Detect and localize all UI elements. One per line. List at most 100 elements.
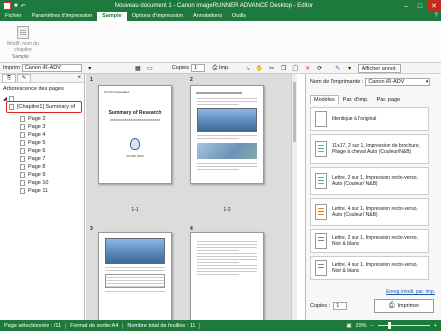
- zoom-slider-thumb[interactable]: [387, 322, 391, 329]
- arrow-icon[interactable]: ↘: [244, 64, 252, 72]
- quick-access-undo-icon[interactable]: ↶: [21, 3, 26, 10]
- paste-icon[interactable]: 📋: [292, 64, 300, 72]
- minimize-button[interactable]: –: [399, 0, 413, 12]
- model-card[interactable]: Lettre, 2 sur 1, Impression recto-verso,…: [310, 167, 429, 195]
- print-button[interactable]: ⎙ Imprimer: [374, 299, 434, 313]
- tree-page-item[interactable]: Page 5: [20, 139, 49, 147]
- tree-page-item[interactable]: Page 9: [20, 171, 49, 179]
- delete-icon[interactable]: ✕: [304, 64, 312, 72]
- model-thumbnail: [315, 260, 327, 276]
- tree-page-label: Page 6: [28, 148, 46, 154]
- page-label: 1-2: [223, 207, 231, 213]
- page-thumbnail-1[interactable]: XX-XX Corporation Summary of Research XX…: [98, 85, 172, 184]
- ribbon-group-label: Sample: [12, 54, 29, 60]
- tab-parametres-impression[interactable]: Paramètres d'impression: [27, 12, 98, 21]
- page1-header: XX-XX Corporation: [104, 90, 130, 94]
- tree-page-label: Page 8: [28, 164, 46, 170]
- tab-annotations-list[interactable]: ✎: [17, 74, 31, 82]
- page2-photo-2: [197, 143, 257, 159]
- tab-options-impression[interactable]: Options d'impression: [127, 12, 188, 21]
- copies-label: Copies: [171, 65, 189, 71]
- total-sheets-status: Nombre total de feuilles : 11: [123, 322, 201, 329]
- printer-icon: ⎙: [212, 64, 218, 71]
- selected-page-status: Page sélectionnée : /11: [0, 322, 67, 329]
- copy-icon[interactable]: ❐: [280, 64, 288, 72]
- model-card[interactable]: Lettre, 4 sur 1, Impression recto-verso,…: [310, 198, 429, 226]
- chevron-down-icon[interactable]: ▾: [86, 64, 94, 72]
- tree-page-item[interactable]: Page 2: [20, 115, 49, 123]
- tree-chapter-item[interactable]: [Chapitre1] Summary of: [6, 101, 82, 113]
- print-settings-panel: Nom de l'imprimante : Canon iR-ADV Modèl…: [305, 74, 441, 320]
- page2-photo: [197, 108, 257, 132]
- text-line: [197, 244, 257, 245]
- tab-outils[interactable]: Outils: [227, 12, 251, 21]
- grid-view-icon[interactable]: ▦: [134, 64, 142, 72]
- tree-page-item[interactable]: Page 8: [20, 163, 49, 171]
- tab-fichier[interactable]: Fichier: [0, 12, 27, 21]
- tree-page-item[interactable]: Page 4: [20, 131, 49, 139]
- printer-name-row: Nom de l'imprimante : Canon iR-ADV: [310, 78, 431, 86]
- help-icon[interactable]: ?: [431, 12, 441, 21]
- annotation-icon[interactable]: ✎: [334, 64, 342, 72]
- fit-page-icon[interactable]: ▣: [346, 323, 351, 329]
- tree-page-item[interactable]: Page 11: [20, 187, 49, 195]
- copies-label: Copies :: [310, 303, 331, 309]
- model-label: Lettre, 4 sur 1, Impression recto-verso,…: [332, 261, 418, 274]
- page-icon: [20, 188, 25, 194]
- rename-chapter-button[interactable]: Modif. nom du chapitre: [6, 26, 40, 53]
- page-icon: [20, 148, 25, 154]
- rotate-icon[interactable]: ⟳: [316, 64, 324, 72]
- tab-modeles[interactable]: Modèles: [310, 95, 339, 105]
- toolbar: Imprim Canon iR-ADV ▾ ▦ ▭ Copies 1 ⎙ Imp…: [0, 63, 441, 74]
- page-icon: [20, 140, 25, 146]
- zoom-value: 29%: [355, 322, 367, 329]
- text-line: [197, 265, 257, 266]
- scrollbar-thumb[interactable]: [293, 82, 296, 142]
- zoom-in-icon[interactable]: +: [434, 323, 437, 329]
- model-card[interactable]: Lettre, 2 sur 1, Impression recto-verso,…: [310, 229, 429, 253]
- page-thumbnail-4[interactable]: [190, 232, 264, 320]
- tree-page-item[interactable]: Page 3: [20, 123, 49, 131]
- zoom-slider[interactable]: [377, 322, 430, 329]
- model-card[interactable]: Lettre, 4 sur 1, Impression recto-verso,…: [310, 256, 429, 280]
- vertical-scrollbar[interactable]: [291, 74, 297, 320]
- save-print-settings-link[interactable]: Enreg./modi. par. imp.: [386, 289, 435, 295]
- printer-icon: ⎙: [388, 302, 395, 309]
- tree-page-item[interactable]: Page 7: [20, 155, 49, 163]
- imp-button[interactable]: ⎙ Imp.: [208, 64, 230, 72]
- tab-sample[interactable]: Sample: [97, 12, 127, 21]
- ribbon: Modif. nom du chapitre Sample: [0, 21, 441, 63]
- maximize-button[interactable]: □: [413, 0, 427, 12]
- printer-name-select[interactable]: Canon iR-ADV: [365, 78, 431, 86]
- cut-icon[interactable]: ✂: [268, 64, 276, 72]
- printer-select[interactable]: Canon iR-ADV: [21, 64, 82, 72]
- page-number: 3: [90, 226, 93, 232]
- tab-par-page[interactable]: Par. page: [373, 95, 405, 105]
- page1-subtitle: XXXXXXXXXXXXXXXXXXXXXXXXXXX: [109, 118, 161, 122]
- model-card[interactable]: 11x17, 2 sur 1, Impression de brochure, …: [310, 134, 429, 164]
- copies-input[interactable]: 1: [333, 302, 348, 310]
- chevron-down-icon-2[interactable]: ▾: [346, 64, 354, 72]
- title-bar: ■ ↶ Nouveau document 1 - Canon imageRUNN…: [0, 0, 441, 12]
- tree-page-label: Page 9: [28, 172, 46, 178]
- close-button[interactable]: ✕: [427, 0, 441, 12]
- model-card[interactable]: Identique à l'original: [310, 107, 429, 131]
- page-thumbnail-3[interactable]: [98, 232, 172, 320]
- page-icon: [20, 180, 25, 186]
- tab-par-imp[interactable]: Par. d'imp.: [339, 95, 373, 105]
- quick-access-save-icon[interactable]: ■: [14, 3, 18, 9]
- hand-icon[interactable]: ✋: [256, 64, 264, 72]
- close-panel-icon[interactable]: ×: [77, 74, 81, 82]
- tree-page-item[interactable]: Page 6: [20, 147, 49, 155]
- text-line: [197, 256, 257, 257]
- page-thumbnail-2[interactable]: XXXXXXXXXXXXXXXXXXXXXXX: [190, 85, 264, 184]
- single-page-icon[interactable]: ▭: [146, 64, 154, 72]
- tree-page-item[interactable]: Page 10: [20, 179, 49, 187]
- tab-annotations[interactable]: Annotations: [188, 12, 227, 21]
- page-icon: [20, 132, 25, 138]
- show-annotations-button[interactable]: Afficher annot.: [357, 63, 402, 73]
- copies-spinner[interactable]: 1: [190, 64, 205, 72]
- zoom-out-icon[interactable]: −: [371, 323, 374, 329]
- page-icon: [20, 124, 25, 130]
- tab-page-tree[interactable]: ⎘: [2, 74, 16, 82]
